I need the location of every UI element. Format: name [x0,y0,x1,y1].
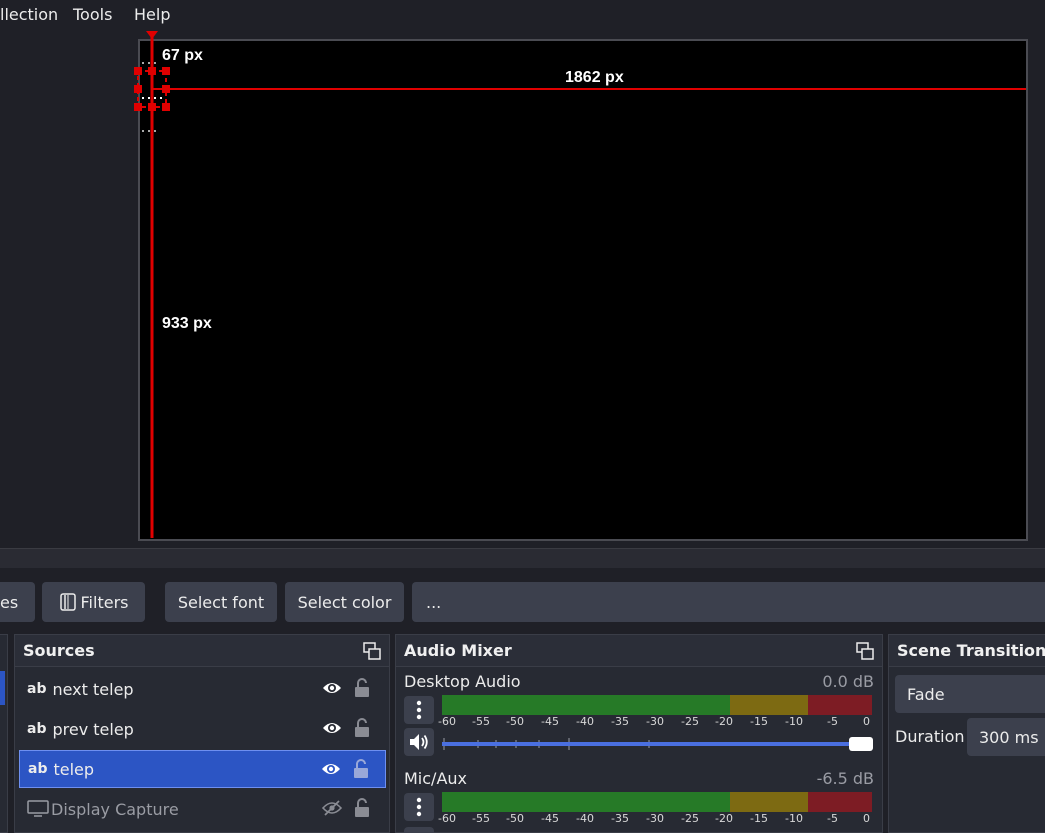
source-item[interactable]: ab prev telep [19,710,386,748]
volume-meter [442,792,872,812]
transition-select[interactable]: Fade [895,675,1045,713]
transitions-title: Scene Transitions [897,641,1045,660]
scale-tick: -50 [506,812,524,825]
channel-db: -6.5 dB [816,769,874,788]
volume-meter [442,695,872,715]
scale-tick: -5 [827,812,838,825]
text-source-icon: ab [27,721,47,737]
duration-field[interactable]: 300 ms [967,718,1045,756]
scale-tick: -30 [646,812,664,825]
channel-name: Desktop Audio [404,672,521,691]
text-source-icon: ab [27,681,47,697]
duration-label: Duration [895,727,965,746]
eye-off-icon[interactable] [322,800,342,816]
scale-tick: -40 [576,715,594,728]
scale-tick: 0 [863,715,870,728]
eye-icon[interactable] [322,720,342,736]
measure-top: 67 px [162,47,203,64]
source-item-selected[interactable]: ab telep [19,750,386,788]
eye-icon[interactable] [321,761,341,777]
sources-dock: Sources ab next telep ab prev telep ab t… [14,634,390,833]
source-item[interactable]: ab next telep [19,670,386,708]
scale-tick: -55 [472,715,490,728]
source-item[interactable]: Display Capture [19,790,386,828]
undock-icon[interactable] [856,642,874,660]
scenes-selected-edge [0,671,5,705]
monitor-icon [27,800,49,817]
channel-menu-button[interactable] [404,696,434,724]
lock-icon[interactable] [354,678,370,698]
text-input-field[interactable]: ... [412,582,1045,622]
mixer-channel-mic: Mic/Aux -6.5 dB -60 -55 -50 -45 -40 -35 … [396,765,882,833]
scale-tick: -35 [611,812,629,825]
scale-tick: -25 [681,812,699,825]
source-guides [134,31,1026,538]
lock-icon[interactable] [353,759,369,779]
speaker-icon [410,734,428,750]
properties-button[interactable]: es [0,582,35,622]
scale-tick: -40 [576,812,594,825]
scale-tick: -10 [785,812,803,825]
volume-slider-track[interactable] [442,742,854,746]
audio-mixer-dock: Audio Mixer Desktop Audio 0.0 dB -60 -55… [395,634,883,833]
scale-tick: -60 [438,715,456,728]
meter-scale: -60 -55 -50 -45 -40 -35 -30 -25 -20 -15 … [438,715,878,731]
scale-tick: -45 [541,812,559,825]
lock-icon[interactable] [354,798,370,818]
scale-tick: -45 [541,715,559,728]
eye-icon[interactable] [322,680,342,696]
mixer-header: Audio Mixer [396,635,882,667]
preview-scrollbar[interactable] [0,548,1045,568]
mixer-title: Audio Mixer [404,641,512,660]
sources-header: Sources [15,635,389,667]
mixer-channel-desktop: Desktop Audio 0.0 dB -60 -55 -50 -45 -40… [396,668,882,764]
scale-tick: -30 [646,715,664,728]
properties-label: es [0,592,19,612]
scale-tick: -15 [750,715,768,728]
filters-button[interactable]: Filters [42,582,145,622]
scenes-dock-edge [0,634,8,833]
channel-db: 0.0 dB [822,672,874,691]
select-font-button[interactable]: Select font [165,582,277,622]
undock-icon[interactable] [363,642,381,660]
volume-slider-handle[interactable] [849,737,873,751]
meter-scale: -60 -55 -50 -45 -40 -35 -30 -25 -20 -15 … [438,812,878,828]
scale-tick: -5 [827,715,838,728]
sources-title: Sources [23,641,95,660]
scale-tick: -55 [472,812,490,825]
scale-tick: -15 [750,812,768,825]
mute-button[interactable] [404,728,434,756]
scale-tick: -20 [715,812,733,825]
scale-tick: -25 [681,715,699,728]
select-color-button[interactable]: Select color [285,582,404,622]
transitions-header: Scene Transitions [889,635,1045,667]
source-toolbar: es Filters Select font Select color ... [0,572,1045,630]
scale-tick: -20 [715,715,733,728]
scale-tick: -50 [506,715,524,728]
scene-transitions-dock: Scene Transitions Fade Duration 300 ms [888,634,1045,833]
scale-tick: -10 [785,715,803,728]
scale-tick: 0 [863,812,870,825]
measure-height: 933 px [162,315,212,332]
more-vertical-icon [416,797,422,817]
scale-tick: -35 [611,715,629,728]
filter-icon [59,593,76,611]
text-source-icon: ab [28,761,48,777]
more-vertical-icon [416,700,422,720]
filters-label: Filters [80,592,129,612]
measure-width: 1862 px [565,69,624,86]
channel-menu-button[interactable] [404,793,434,821]
channel-name: Mic/Aux [404,769,467,788]
scale-tick: -60 [438,812,456,825]
lock-icon[interactable] [354,718,370,738]
mute-button[interactable] [404,827,434,833]
